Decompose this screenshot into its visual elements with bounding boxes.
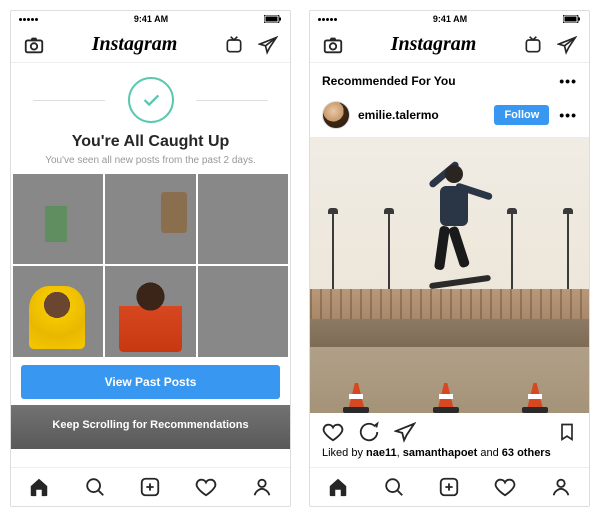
recommended-title: Recommended For You (322, 74, 456, 88)
comment-icon[interactable] (358, 421, 380, 443)
camera-icon[interactable] (23, 34, 45, 56)
camera-icon[interactable] (322, 34, 344, 56)
battery-icon (563, 15, 581, 23)
more-icon[interactable]: ••• (559, 73, 577, 89)
tab-bar (310, 467, 589, 506)
direct-message-icon[interactable] (557, 35, 577, 55)
follow-button[interactable]: Follow (494, 105, 549, 125)
caught-up-title: You're All Caught Up (21, 133, 280, 151)
caught-up-banner: You're All Caught Up You've seen all new… (11, 63, 290, 174)
post-image[interactable] (310, 137, 589, 413)
activity-tab-icon[interactable] (494, 476, 516, 498)
post-actions (310, 413, 589, 447)
avatar[interactable] (322, 101, 350, 129)
post-more-icon[interactable]: ••• (559, 107, 577, 123)
caught-up-subtitle: You've seen all new posts from the past … (21, 155, 280, 166)
likes-text: Liked by nae11, samanthapoet and 63 othe… (310, 447, 589, 467)
status-time: 9:41 AM (134, 14, 168, 24)
grid-thumbnail[interactable] (105, 266, 195, 356)
status-bar: 9:41 AM (11, 11, 290, 27)
tab-bar (11, 467, 290, 506)
app-header: Instagram (310, 27, 589, 63)
feed-content[interactable]: Recommended For You ••• emilie.talermo F… (310, 63, 589, 467)
grid-thumbnail[interactable] (13, 174, 103, 264)
battery-icon (264, 15, 282, 23)
new-post-tab-icon[interactable] (438, 476, 460, 498)
instagram-logo: Instagram (92, 33, 178, 56)
share-icon[interactable] (394, 421, 416, 443)
igtv-icon[interactable] (523, 35, 543, 55)
grid-thumbnail[interactable] (198, 174, 288, 264)
search-tab-icon[interactable] (383, 476, 405, 498)
activity-tab-icon[interactable] (195, 476, 217, 498)
like-icon[interactable] (322, 421, 344, 443)
grid-thumbnail[interactable] (105, 174, 195, 264)
past-posts-grid (11, 174, 290, 357)
status-bar: 9:41 AM (310, 11, 589, 27)
app-header: Instagram (11, 27, 290, 63)
home-tab-icon[interactable] (327, 476, 349, 498)
checkmark-icon (128, 77, 174, 123)
search-tab-icon[interactable] (84, 476, 106, 498)
recommended-header: Recommended For You ••• (310, 63, 589, 95)
igtv-icon[interactable] (224, 35, 244, 55)
signal-icon (19, 18, 38, 21)
grid-thumbnail[interactable] (13, 266, 103, 356)
instagram-logo: Instagram (391, 33, 477, 56)
scroll-hint: Keep Scrolling for Recommendations (11, 405, 290, 449)
view-past-posts-button[interactable]: View Past Posts (21, 365, 280, 399)
new-post-tab-icon[interactable] (139, 476, 161, 498)
status-time: 9:41 AM (433, 14, 467, 24)
direct-message-icon[interactable] (258, 35, 278, 55)
grid-thumbnail[interactable] (198, 266, 288, 356)
profile-tab-icon[interactable] (550, 476, 572, 498)
phone-screen-recommended: 9:41 AM Instagram Recommended For You ••… (309, 10, 590, 507)
feed-content[interactable]: You're All Caught Up You've seen all new… (11, 63, 290, 467)
phone-screen-caught-up: 9:41 AM Instagram You're All Caught Up Y… (10, 10, 291, 507)
post-header: emilie.talermo Follow ••• (310, 95, 589, 137)
bookmark-icon[interactable] (557, 421, 577, 443)
home-tab-icon[interactable] (28, 476, 50, 498)
signal-icon (318, 18, 337, 21)
username[interactable]: emilie.talermo (358, 108, 439, 122)
profile-tab-icon[interactable] (251, 476, 273, 498)
